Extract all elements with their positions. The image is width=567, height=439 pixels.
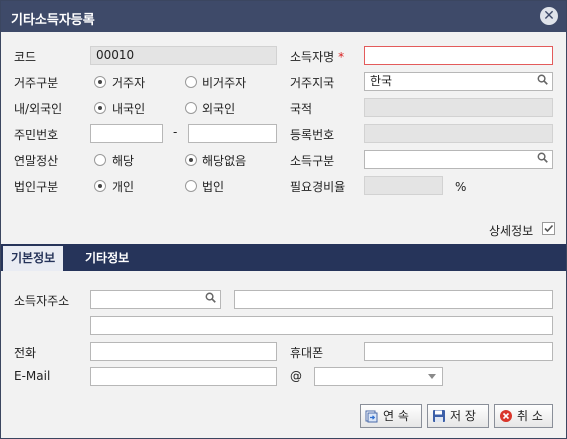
year-end-label: 연말정산 xyxy=(14,154,59,168)
region-label: 거주지국 xyxy=(290,76,335,90)
email-at-sign: @ xyxy=(290,369,302,383)
close-icon[interactable]: ✕ xyxy=(540,7,558,25)
check-icon xyxy=(544,224,554,233)
email-id-input[interactable] xyxy=(90,367,277,386)
name-label: 소득자명 * xyxy=(290,48,344,65)
cancel-label: 취 소 xyxy=(517,409,543,423)
expense-rate-unit: % xyxy=(455,180,467,194)
corp-type-option-corporate: 법인 xyxy=(202,180,225,194)
year-end-radio-applicable[interactable] xyxy=(94,154,106,166)
name-input[interactable] xyxy=(364,46,553,65)
continue-label: 연 속 xyxy=(383,409,409,423)
dialog-title: 기타소득자등록 xyxy=(11,13,95,28)
reg-no-field xyxy=(364,124,553,143)
detail-checkbox[interactable] xyxy=(542,222,555,235)
region-value: 한국 xyxy=(370,74,393,88)
corp-type-radio-individual[interactable] xyxy=(94,180,106,192)
corp-type-radio-corporate[interactable] xyxy=(185,180,197,192)
search-icon[interactable] xyxy=(537,74,548,85)
residency-label: 거주구분 xyxy=(14,76,59,90)
title-bar: 기타소득자등록 ✕ xyxy=(1,1,566,32)
corp-type-option-individual: 개인 xyxy=(112,180,135,194)
zip-input[interactable] xyxy=(90,290,221,309)
email-domain-select[interactable] xyxy=(314,367,443,386)
income-type-input[interactable] xyxy=(364,150,553,169)
save-button[interactable]: 저 장 xyxy=(427,404,489,428)
tab-other-info[interactable]: 기타정보 xyxy=(77,246,137,271)
nationality-option-foreign: 외국인 xyxy=(202,102,236,116)
chevron-down-icon xyxy=(428,374,436,379)
nationality-type-label: 내/외국인 xyxy=(14,102,63,116)
cancel-button[interactable]: 취 소 xyxy=(494,404,553,428)
search-icon[interactable] xyxy=(537,152,548,163)
address-line1-input[interactable] xyxy=(234,290,553,309)
year-end-radio-not-applicable[interactable] xyxy=(185,154,197,166)
nationality-radio-foreign[interactable] xyxy=(185,102,197,114)
detail-label: 상세정보 xyxy=(489,224,534,238)
expense-rate-field xyxy=(364,176,443,195)
phone-label: 전화 xyxy=(14,346,37,360)
nationality-label: 국적 xyxy=(290,102,313,116)
required-mark: * xyxy=(338,50,345,64)
dialog-window: 기타소득자등록 ✕ 코드 00010 소득자명 * 거주구분 거주자 비거주자 거… xyxy=(0,0,567,439)
tab-basic-info[interactable]: 기본정보 xyxy=(3,246,64,271)
residency-option-nonresident: 비거주자 xyxy=(202,76,247,90)
email-label: E-Mail xyxy=(14,369,51,383)
tab-bar: 기본정보 기타정보 xyxy=(1,244,566,271)
expense-rate-label: 필요경비율 xyxy=(290,180,346,194)
address-label: 소득자주소 xyxy=(14,294,70,308)
continue-button[interactable]: 연 속 xyxy=(360,404,422,428)
code-label: 코드 xyxy=(14,50,37,64)
search-icon[interactable] xyxy=(205,292,216,303)
continue-icon xyxy=(365,410,378,423)
year-end-option-applicable: 해당 xyxy=(112,154,135,168)
reg-no-label: 등록번호 xyxy=(290,128,335,142)
resident-no-label: 주민번호 xyxy=(14,128,59,142)
year-end-option-not-applicable: 해당없음 xyxy=(202,154,247,168)
floppy-icon xyxy=(433,410,445,422)
mobile-label: 휴대폰 xyxy=(290,346,324,360)
code-value: 00010 xyxy=(96,48,135,62)
nationality-option-domestic: 내국인 xyxy=(112,102,146,116)
save-label: 저 장 xyxy=(450,409,476,423)
residency-radio-nonresident[interactable] xyxy=(185,76,197,88)
name-label-text: 소득자명 xyxy=(290,50,335,64)
mobile-input[interactable] xyxy=(364,342,553,361)
nationality-field xyxy=(364,98,553,117)
income-type-label: 소득구분 xyxy=(290,154,335,168)
region-input[interactable]: 한국 xyxy=(364,72,553,91)
corp-type-label: 법인구분 xyxy=(14,180,59,194)
resident-no-separator: - xyxy=(173,125,178,139)
phone-input[interactable] xyxy=(90,342,277,361)
resident-no-part2-input[interactable] xyxy=(188,124,277,143)
residency-radio-resident[interactable] xyxy=(94,76,106,88)
cancel-icon xyxy=(500,410,512,422)
code-field: 00010 xyxy=(90,46,277,65)
residency-option-resident: 거주자 xyxy=(112,76,146,90)
address-line2-input[interactable] xyxy=(90,316,553,335)
nationality-radio-domestic[interactable] xyxy=(94,102,106,114)
resident-no-part1-input[interactable] xyxy=(90,124,163,143)
